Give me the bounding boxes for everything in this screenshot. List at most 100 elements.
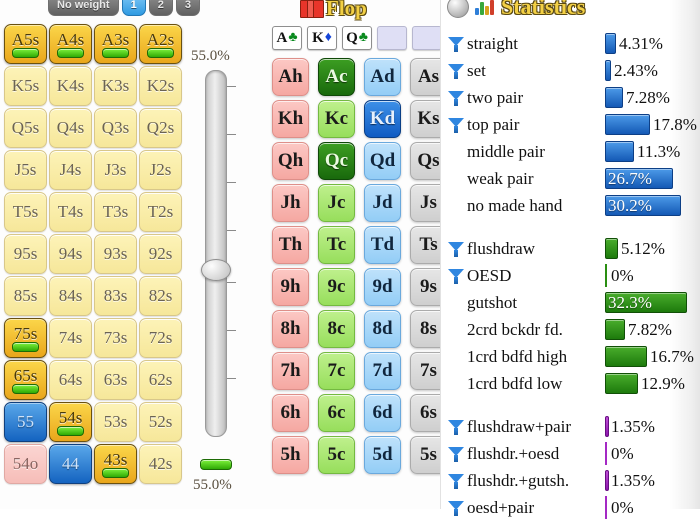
stat-row[interactable]: two pair 7.28% xyxy=(441,84,700,111)
card-7h[interactable]: 7h xyxy=(272,352,309,390)
hand-cell-A4s[interactable]: A4s xyxy=(49,24,92,64)
card-9c[interactable]: 9c xyxy=(318,268,355,306)
hand-cell-83s[interactable]: 83s xyxy=(94,276,137,316)
card-selector-grid[interactable]: Ah Ac Ad As Kh Kc Kd Ks Qh Qc Qd Qs Jh Jc Jd Js Th Tc Td Ts… xyxy=(272,58,447,478)
card-Qh[interactable]: Qh xyxy=(272,142,309,180)
stat-row[interactable]: gutshot 32.3% xyxy=(441,289,700,316)
hand-cell-K5s[interactable]: K5s xyxy=(4,66,47,106)
board-slot-empty[interactable] xyxy=(377,26,407,50)
card-Qc[interactable]: Qc xyxy=(318,142,355,180)
stat-row[interactable]: oesd+pair 0% xyxy=(441,494,700,521)
stat-row[interactable]: 2crd bckdr fd. 7.82% xyxy=(441,316,700,343)
card-Ah[interactable]: Ah xyxy=(272,58,309,96)
stat-row[interactable]: straight 4.31% xyxy=(441,30,700,57)
card-Qd[interactable]: Qd xyxy=(364,142,401,180)
filter-funnel-icon[interactable] xyxy=(445,473,467,489)
hand-cell-84s[interactable]: 84s xyxy=(49,276,92,316)
hand-cell-K2s[interactable]: K2s xyxy=(139,66,182,106)
filter-funnel-icon[interactable] xyxy=(445,241,467,257)
hand-cell-94s[interactable]: 94s xyxy=(49,234,92,274)
hand-cell-55[interactable]: 55 xyxy=(4,402,47,442)
stat-row[interactable]: OESD 0% xyxy=(441,262,700,289)
card-5d[interactable]: 5d xyxy=(364,436,401,474)
stat-row[interactable]: 1crd bdfd high 16.7% xyxy=(441,343,700,370)
stat-row[interactable]: flushdr.+oesd 0% xyxy=(441,440,700,467)
card-7d[interactable]: 7d xyxy=(364,352,401,390)
hand-cell-54s[interactable]: 54s xyxy=(49,402,92,442)
card-8h[interactable]: 8h xyxy=(272,310,309,348)
weight-button-2[interactable]: 2 xyxy=(148,0,173,16)
card-8d[interactable]: 8d xyxy=(364,310,401,348)
stat-row[interactable]: middle pair 11.3% xyxy=(441,138,700,165)
stat-row[interactable]: no made hand 30.2% xyxy=(441,192,700,219)
card-6c[interactable]: 6c xyxy=(318,394,355,432)
stat-row[interactable]: set 2.43% xyxy=(441,57,700,84)
slider-thumb[interactable] xyxy=(201,259,231,281)
hand-cell-T5s[interactable]: T5s xyxy=(4,192,47,232)
hand-cell-74s[interactable]: 74s xyxy=(49,318,92,358)
hand-cell-A5s[interactable]: A5s xyxy=(4,24,47,64)
hand-cell-64s[interactable]: 64s xyxy=(49,360,92,400)
filter-funnel-icon[interactable] xyxy=(445,117,467,133)
filter-funnel-icon[interactable] xyxy=(447,0,469,18)
card-Th[interactable]: Th xyxy=(272,226,309,264)
stat-row[interactable]: 1crd bdfd low 12.9% xyxy=(441,370,700,397)
hand-cell-63s[interactable]: 63s xyxy=(94,360,137,400)
card-Ac[interactable]: Ac xyxy=(318,58,355,96)
board-slots[interactable]: A ♣ K ♦ Q ♣ xyxy=(272,26,442,50)
board-slot-Q[interactable]: Q ♣ xyxy=(342,26,372,50)
card-6d[interactable]: 6d xyxy=(364,394,401,432)
card-5h[interactable]: 5h xyxy=(272,436,309,474)
hand-cell-73s[interactable]: 73s xyxy=(94,318,137,358)
filter-funnel-icon[interactable] xyxy=(445,90,467,106)
hand-cell-T4s[interactable]: T4s xyxy=(49,192,92,232)
filter-funnel-icon[interactable] xyxy=(445,446,467,462)
weight-button-1[interactable]: 1 xyxy=(121,0,146,16)
card-7c[interactable]: 7c xyxy=(318,352,355,390)
hand-cell-62s[interactable]: 62s xyxy=(139,360,182,400)
card-6h[interactable]: 6h xyxy=(272,394,309,432)
card-Ad[interactable]: Ad xyxy=(364,58,401,96)
hand-cell-K4s[interactable]: K4s xyxy=(49,66,92,106)
hand-cell-J5s[interactable]: J5s xyxy=(4,150,47,190)
hand-cell-65s[interactable]: 65s xyxy=(4,360,47,400)
hand-cell-T2s[interactable]: T2s xyxy=(139,192,182,232)
hand-cell-85s[interactable]: 85s xyxy=(4,276,47,316)
filter-funnel-icon[interactable] xyxy=(445,36,467,52)
stat-row[interactable]: flushdr.+gutsh. 1.35% xyxy=(441,467,700,494)
board-slot-A[interactable]: A ♣ xyxy=(272,26,302,50)
filter-funnel-icon[interactable] xyxy=(445,63,467,79)
hand-cell-54o[interactable]: 54o xyxy=(4,444,47,484)
hand-cell-A2s[interactable]: A2s xyxy=(139,24,182,64)
card-Td[interactable]: Td xyxy=(364,226,401,264)
hand-cell-44[interactable]: 44 xyxy=(49,444,92,484)
hand-range-grid[interactable]: A5s A4s A3s A2s K5s K4s K3s K2s Q5s Q4s Q3s Q2s J5s J… xyxy=(4,24,186,486)
hand-cell-52s[interactable]: 52s xyxy=(139,402,182,442)
hand-cell-K3s[interactable]: K3s xyxy=(94,66,137,106)
hand-cell-J4s[interactable]: J4s xyxy=(49,150,92,190)
stat-row[interactable]: weak pair 26.7% xyxy=(441,165,700,192)
hand-cell-75s[interactable]: 75s xyxy=(4,318,47,358)
hand-cell-53s[interactable]: 53s xyxy=(94,402,137,442)
hand-cell-82s[interactable]: 82s xyxy=(139,276,182,316)
hand-cell-Q5s[interactable]: Q5s xyxy=(4,108,47,148)
stat-row[interactable]: top pair 17.8% xyxy=(441,111,700,138)
hand-cell-43s[interactable]: 43s xyxy=(94,444,137,484)
card-9h[interactable]: 9h xyxy=(272,268,309,306)
filter-funnel-icon[interactable] xyxy=(445,268,467,284)
hand-cell-93s[interactable]: 93s xyxy=(94,234,137,274)
hand-cell-42s[interactable]: 42s xyxy=(139,444,182,484)
card-Jh[interactable]: Jh xyxy=(272,184,309,222)
card-5c[interactable]: 5c xyxy=(318,436,355,474)
card-Jd[interactable]: Jd xyxy=(364,184,401,222)
filter-funnel-icon[interactable] xyxy=(445,419,467,435)
hand-cell-95s[interactable]: 95s xyxy=(4,234,47,274)
weight-button-no-weight[interactable]: No weight xyxy=(48,0,119,16)
weight-button-3[interactable]: 3 xyxy=(175,0,200,16)
hand-cell-92s[interactable]: 92s xyxy=(139,234,182,274)
hand-cell-J2s[interactable]: J2s xyxy=(139,150,182,190)
stat-row[interactable]: flushdraw+pair 1.35% xyxy=(441,413,700,440)
hand-cell-Q3s[interactable]: Q3s xyxy=(94,108,137,148)
stat-row[interactable]: flushdraw 5.12% xyxy=(441,235,700,262)
card-Jc[interactable]: Jc xyxy=(318,184,355,222)
